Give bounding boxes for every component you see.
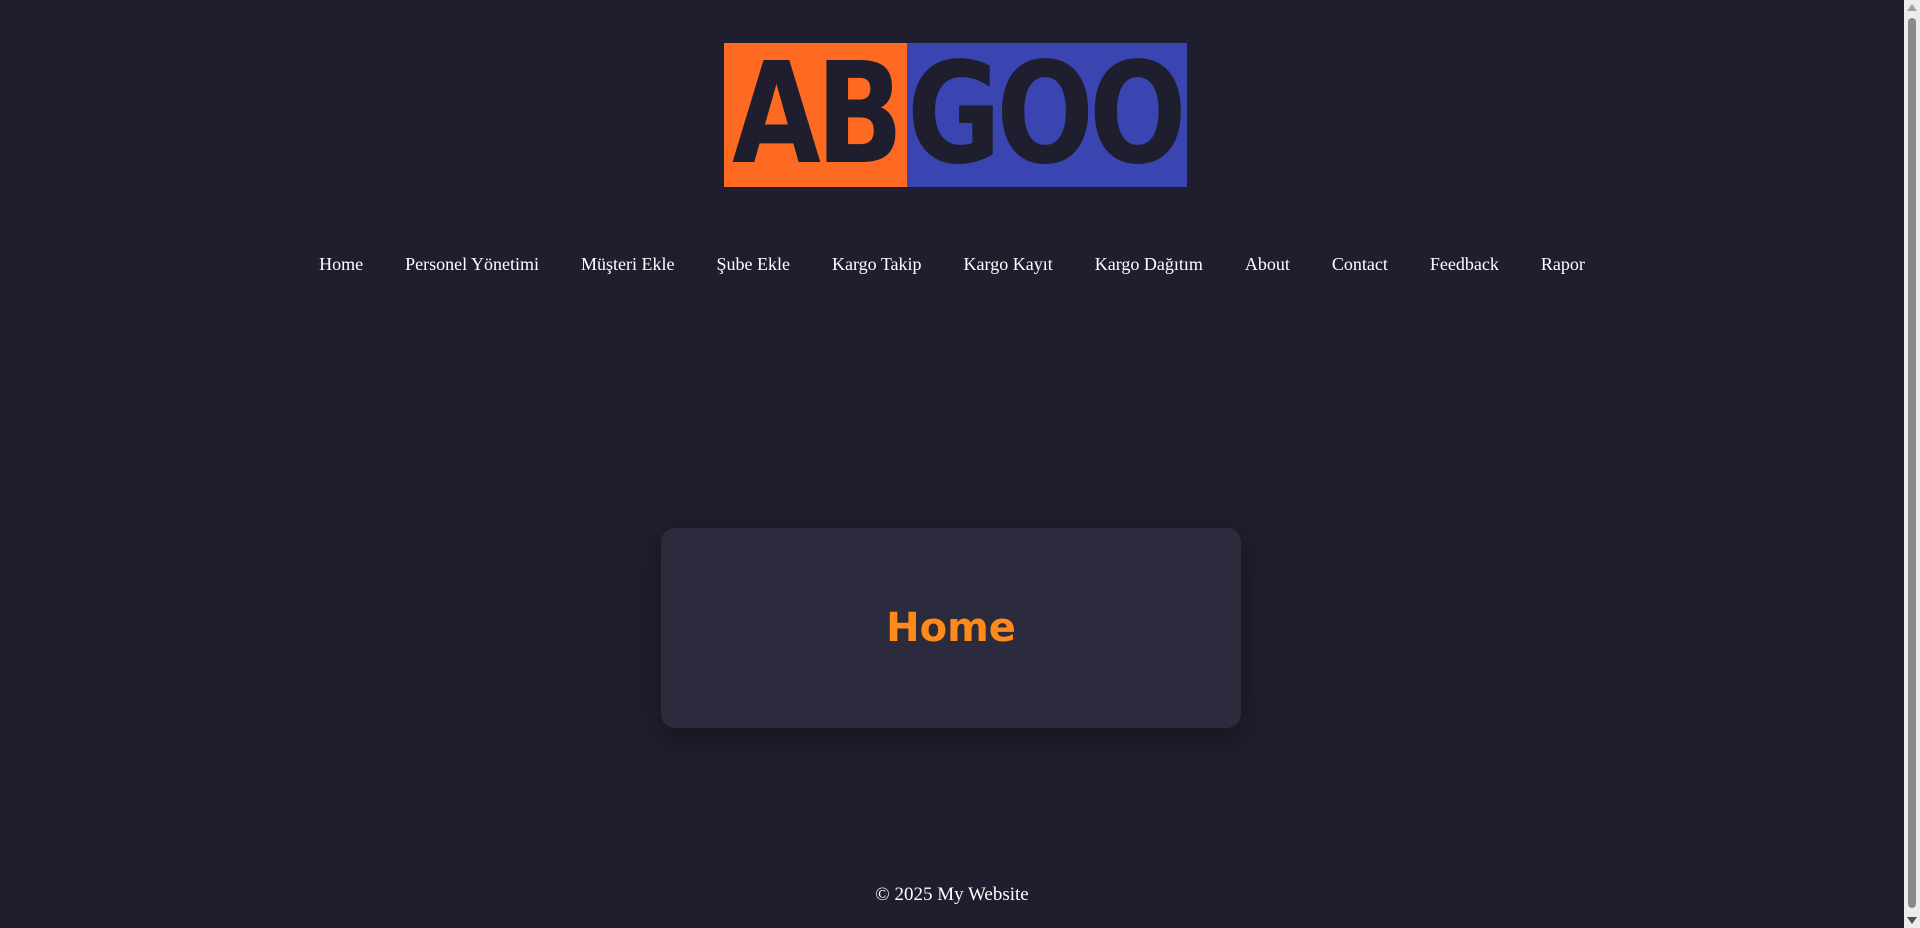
nav-link-musteri-ekle[interactable]: Müşteri Ekle [560, 254, 695, 275]
nav-link-kargo-kayit[interactable]: Kargo Kayıt [943, 254, 1074, 275]
logo-right-text: GOO [907, 33, 1187, 196]
nav-link-kargo-takip[interactable]: Kargo Takip [811, 254, 943, 275]
site-logo[interactable]: AB GOO [724, 43, 1187, 187]
page-title: Home [886, 605, 1016, 651]
footer: © 2025 My Website [0, 884, 1904, 906]
logo-left-text: AB [732, 33, 903, 196]
logo-orange-block: AB [724, 43, 907, 187]
nav-link-about[interactable]: About [1224, 254, 1311, 275]
logo-blue-block: GOO [907, 43, 1187, 187]
nav-link-kargo-dagitim[interactable]: Kargo Dağıtım [1074, 254, 1224, 275]
nav-link-rapor[interactable]: Rapor [1520, 254, 1606, 275]
vertical-scrollbar[interactable] [1904, 0, 1920, 928]
nav-link-contact[interactable]: Contact [1311, 254, 1409, 275]
scroll-down-arrow-icon[interactable] [1907, 917, 1917, 924]
page: AB GOO Home Personel Yönetimi Müşteri Ek… [0, 0, 1904, 928]
nav-link-sube-ekle[interactable]: Şube Ekle [695, 254, 811, 275]
main-nav: Home Personel Yönetimi Müşteri Ekle Şube… [0, 254, 1904, 275]
scroll-up-arrow-icon[interactable] [1907, 4, 1917, 11]
scrollbar-thumb[interactable] [1908, 18, 1916, 908]
nav-link-personel-yonetimi[interactable]: Personel Yönetimi [384, 254, 560, 275]
footer-copyright: © 2025 My Website [875, 884, 1029, 905]
content-card: Home [661, 528, 1241, 728]
nav-link-home[interactable]: Home [298, 254, 384, 275]
nav-link-feedback[interactable]: Feedback [1409, 254, 1520, 275]
